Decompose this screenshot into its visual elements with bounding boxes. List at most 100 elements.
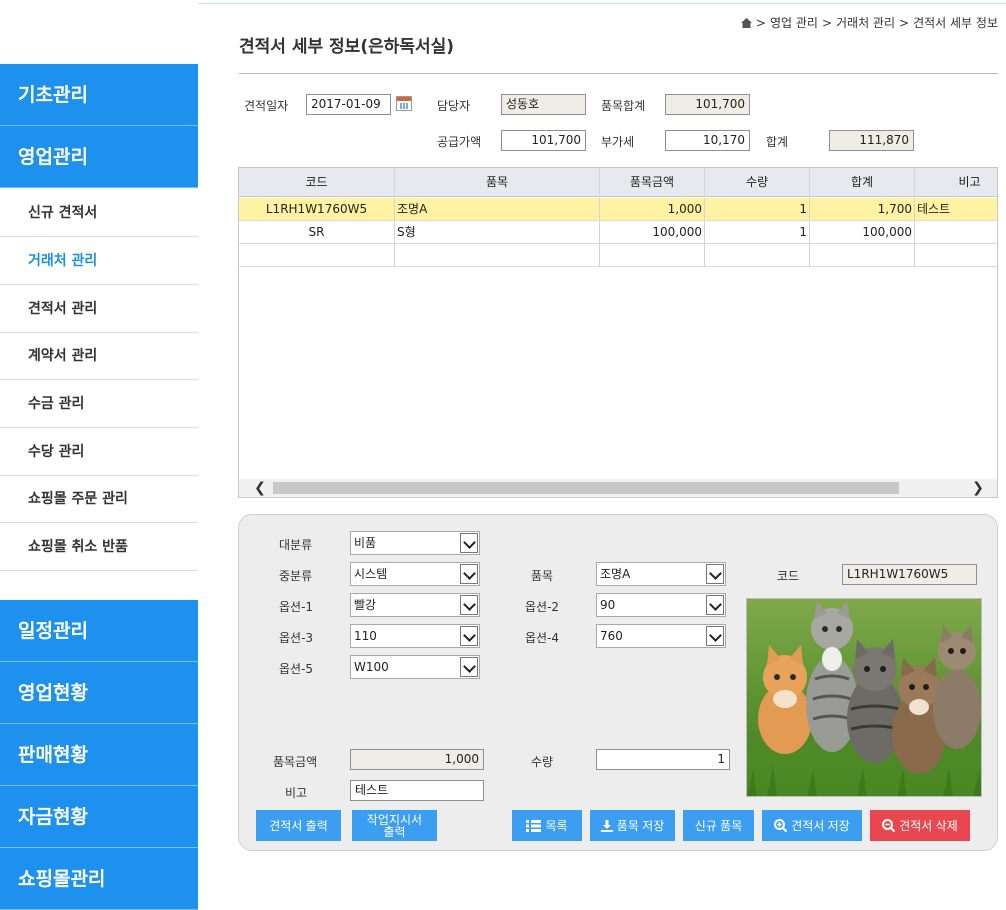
opt5-select[interactable]: W100 xyxy=(350,655,480,679)
col-qty[interactable]: 수량 xyxy=(705,168,810,196)
opt4-label: 옵션-4 xyxy=(525,631,560,645)
save-quote-label: 견적서 저장 xyxy=(791,819,850,833)
sidebar-group-funds[interactable]: 자금현황 xyxy=(0,786,198,848)
breadcrumb-clients[interactable]: 거래처 관리 xyxy=(836,14,895,31)
sidebar-group-basic[interactable]: 기초관리 xyxy=(0,64,198,126)
sidebar-group-sales-status[interactable]: 영업현황 xyxy=(0,662,198,724)
table-row[interactable] xyxy=(239,244,997,267)
minor-select[interactable]: 시스템 xyxy=(350,562,480,586)
print-work-label-2: 출력 xyxy=(383,824,406,839)
cell-total xyxy=(810,244,915,266)
delete-quote-button[interactable]: 견적서 삭제 xyxy=(870,810,970,841)
save-item-button[interactable]: 품목 저장 xyxy=(590,810,675,841)
opt1-select[interactable]: 빨강 xyxy=(350,593,480,617)
delete-quote-label: 견적서 삭제 xyxy=(899,819,958,833)
opt1-value: 빨강 xyxy=(354,598,377,612)
col-total[interactable]: 합계 xyxy=(810,168,915,196)
opt2-select[interactable]: 90 xyxy=(596,593,726,617)
sidebar: 기초관리 영업관리 신규 견적서 거래처 관리 견적서 관리 계약서 관리 수금… xyxy=(0,0,198,910)
note-label: 비고 xyxy=(285,786,308,800)
table-row[interactable]: SR S형 100,000 1 100,000 xyxy=(239,221,997,244)
sidebar-item-shop-orders[interactable]: 쇼핑몰 주문 관리 xyxy=(0,475,198,523)
supply-field[interactable]: 101,700 xyxy=(501,130,586,151)
chevron-down-icon[interactable] xyxy=(460,564,478,584)
chevron-down-icon[interactable] xyxy=(460,595,478,615)
grid-header: 코드 품목 품목금액 수량 합계 비고 xyxy=(239,168,997,197)
sidebar-group-sales[interactable]: 영업관리 xyxy=(0,126,198,188)
minor-value: 시스템 xyxy=(354,567,388,581)
minor-label: 중분류 xyxy=(279,569,313,583)
opt3-value: 110 xyxy=(354,629,377,643)
sidebar-group-sales-report[interactable]: 판매현황 xyxy=(0,724,198,786)
sidebar-item-contracts[interactable]: 계약서 관리 xyxy=(0,332,198,380)
scroll-right-icon[interactable]: ❯ xyxy=(967,479,989,497)
item-total-label: 품목합계 xyxy=(601,99,646,113)
scroll-left-icon[interactable]: ❮ xyxy=(249,479,271,497)
qty-field[interactable]: 1 xyxy=(596,749,730,770)
code-field: L1RH1W1760W5 xyxy=(842,564,977,585)
chevron-down-icon[interactable] xyxy=(706,595,724,615)
opt5-value: W100 xyxy=(354,660,389,674)
items-grid: 코드 품목 품목금액 수량 합계 비고 L1RH1W1760W5 조명A 1,0… xyxy=(238,167,998,498)
breadcrumb-sales[interactable]: 영업 관리 xyxy=(770,14,818,31)
scrollbar-thumb[interactable] xyxy=(273,482,899,494)
horizontal-scrollbar[interactable]: ❮ ❯ xyxy=(239,479,997,497)
major-select[interactable]: 비품 xyxy=(350,531,480,555)
col-code[interactable]: 코드 xyxy=(239,168,395,196)
chevron-down-icon[interactable] xyxy=(460,533,478,553)
print-quote-label: 견적서 출력 xyxy=(269,819,328,833)
breadcrumb-current: 견적서 세부 정보 xyxy=(913,16,998,30)
home-icon[interactable] xyxy=(740,17,752,28)
chevron-down-icon[interactable] xyxy=(706,564,724,584)
save-quote-button[interactable]: 견적서 저장 xyxy=(762,810,862,841)
cell-item: S형 xyxy=(395,221,600,243)
new-item-button[interactable]: 신규 품목 xyxy=(683,810,754,841)
opt3-select[interactable]: 110 xyxy=(350,624,480,648)
table-row[interactable]: L1RH1W1760W5 조명A 1,000 1 1,700 테스트 xyxy=(239,198,997,221)
list-label: 목록 xyxy=(545,819,568,833)
cell-total: 100,000 xyxy=(810,221,915,243)
supply-label: 공급가액 xyxy=(437,135,482,149)
chevron-down-icon[interactable] xyxy=(706,626,724,646)
sidebar-group-shop[interactable]: 쇼핑몰관리 xyxy=(0,848,198,910)
chevron-right-icon: > xyxy=(821,15,832,30)
item-select[interactable]: 조명A xyxy=(596,562,726,586)
manager-label: 담당자 xyxy=(437,99,471,113)
chevron-down-icon[interactable] xyxy=(460,657,478,677)
breadcrumb: > 영업 관리 > 거래처 관리 > 견적서 세부 정보 xyxy=(740,14,998,31)
sidebar-item-quotes[interactable]: 견적서 관리 xyxy=(0,285,198,333)
price-label: 품목금액 xyxy=(273,755,318,769)
opt5-label: 옵션-5 xyxy=(279,662,314,676)
list-button[interactable]: 목록 xyxy=(512,810,582,841)
cell-price: 1,000 xyxy=(600,198,705,220)
sidebar-item-clients[interactable]: 거래처 관리 xyxy=(0,237,198,285)
cell-price xyxy=(600,244,705,266)
cell-price: 100,000 xyxy=(600,221,705,243)
opt2-label: 옵션-2 xyxy=(525,600,560,614)
print-quote-button[interactable]: 견적서 출력 xyxy=(256,810,341,841)
sidebar-group-schedule[interactable]: 일정관리 xyxy=(0,600,198,662)
calendar-icon[interactable] xyxy=(396,96,412,111)
note-field[interactable]: 테스트 xyxy=(350,780,484,801)
title-divider xyxy=(239,73,998,74)
sidebar-item-shop-returns[interactable]: 쇼핑몰 취소 반품 xyxy=(0,523,198,571)
vat-field[interactable]: 10,170 xyxy=(665,130,750,151)
print-work-order-button[interactable]: 작업지시서 출력 xyxy=(352,810,437,841)
col-price[interactable]: 품목금액 xyxy=(600,168,705,196)
col-item[interactable]: 품목 xyxy=(395,168,600,196)
col-note[interactable]: 비고 xyxy=(915,168,997,196)
cell-item xyxy=(395,244,600,266)
date-label: 견적일자 xyxy=(244,99,289,113)
sidebar-item-new-quote[interactable]: 신규 견적서 xyxy=(0,189,198,237)
major-label: 대분류 xyxy=(279,538,313,552)
opt4-select[interactable]: 760 xyxy=(596,624,726,648)
date-input[interactable]: 2017-01-09 xyxy=(306,94,391,115)
opt3-label: 옵션-3 xyxy=(279,631,314,645)
chevron-right-icon: > xyxy=(899,15,910,30)
sidebar-item-collections[interactable]: 수금 관리 xyxy=(0,380,198,428)
page-title: 견적서 세부 정보(은하독서실) xyxy=(239,37,455,57)
price-field: 1,000 xyxy=(350,749,484,770)
chevron-down-icon[interactable] xyxy=(460,626,478,646)
sidebar-item-commissions[interactable]: 수당 관리 xyxy=(0,428,198,476)
code-label: 코드 xyxy=(777,569,800,583)
